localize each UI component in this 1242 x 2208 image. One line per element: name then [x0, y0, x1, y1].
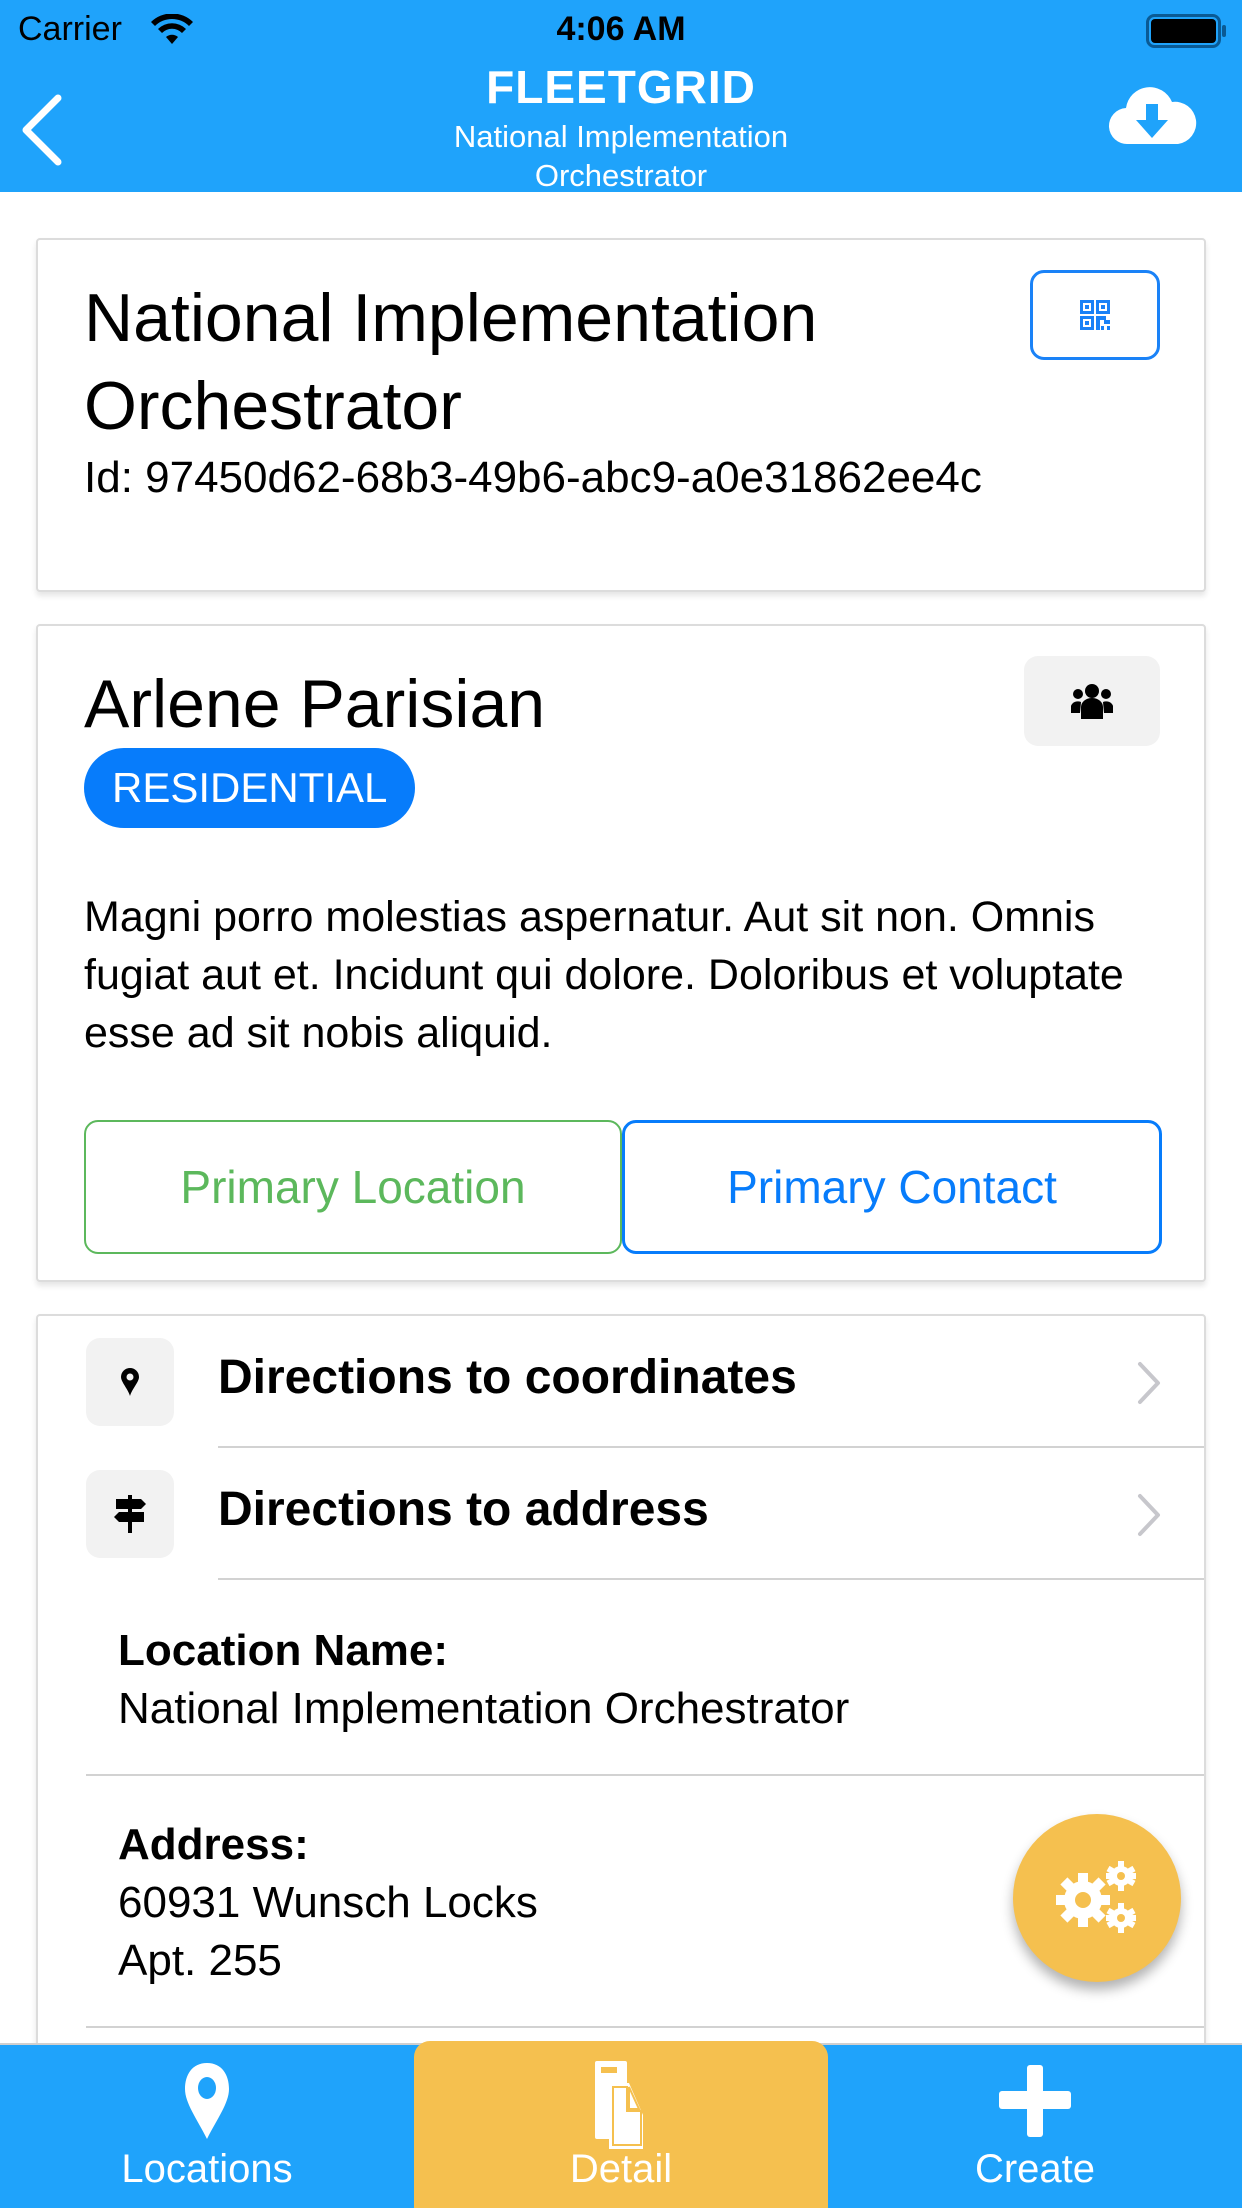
documents-icon: [595, 2061, 643, 2149]
qr-code-button[interactable]: [1030, 270, 1160, 360]
chevron-right-icon: [1138, 1362, 1160, 1404]
tab-bar: Locations Detail Create: [0, 2041, 1242, 2208]
row-label: Directions to coordinates: [218, 1351, 797, 1404]
field-label: Location Name:: [118, 1626, 449, 1675]
location-title: National Implementation Orchestrator: [84, 280, 818, 444]
location-name-field: Location Name: National Implementation O…: [118, 1622, 1204, 1738]
tab-locations[interactable]: Locations: [0, 2045, 414, 2208]
primary-location-button[interactable]: Primary Location: [84, 1120, 622, 1254]
type-badge: RESIDENTIAL: [84, 748, 416, 828]
contact-name: Arlene Parisian: [84, 666, 546, 742]
tab-label: Detail: [569, 2147, 673, 2191]
field-value: National Implementation Orchestrator: [118, 1684, 850, 1733]
battery-icon: [1146, 14, 1226, 48]
qrcode-icon: [1080, 300, 1110, 330]
subtitle-line-1: National Implementation: [453, 119, 789, 154]
cloud-download-icon: [1108, 87, 1197, 145]
header: Carrier 4:06 AM FLEETGRID National Imple…: [0, 0, 1242, 195]
icon-box: [86, 1470, 174, 1558]
contacts-button[interactable]: [1024, 656, 1160, 746]
subtitle-line-2: Orchestrator: [534, 158, 708, 193]
signpost-icon: [114, 1495, 146, 1533]
cogs-icon: [1056, 1861, 1136, 1933]
primary-contact-button[interactable]: Primary Contact: [622, 1120, 1162, 1254]
location-summary-card: National Implementation Orchestrator Id:…: [36, 238, 1206, 592]
app-subtitle: National Implementation Orchestrator: [0, 117, 1242, 195]
tab-label: Create: [974, 2147, 1096, 2191]
chevron-right-icon: [1138, 1494, 1160, 1536]
field-divider: [86, 2026, 1204, 2028]
field-divider: [86, 1774, 1204, 1776]
contact-card: Arlene Parisian RESIDENTIAL Magni porro …: [36, 624, 1206, 1282]
users-icon: [1071, 684, 1113, 719]
settings-fab[interactable]: [1013, 1814, 1181, 1982]
directions-to-coordinates-row[interactable]: Directions to coordinates: [38, 1316, 1204, 1448]
tab-label: Locations: [121, 2147, 293, 2191]
contact-description: Magni porro molestias aspernatur. Aut si…: [84, 893, 1124, 1057]
map-marker-icon: [121, 1368, 139, 1396]
location-id: Id: 97450d62-68b3-49b6-abc9-a0e31862ee4c: [84, 453, 982, 502]
row-label: Directions to address: [218, 1483, 709, 1536]
icon-box: [86, 1338, 174, 1426]
download-button[interactable]: [1106, 82, 1198, 152]
row-divider: [218, 1578, 1204, 1580]
directions-to-address-row[interactable]: Directions to address: [38, 1448, 1204, 1580]
status-bar: Carrier 4:06 AM: [0, 0, 1242, 60]
clock: 4:06 AM: [556, 10, 686, 48]
tab-create[interactable]: Create: [828, 2045, 1242, 2208]
tab-detail[interactable]: Detail: [414, 2041, 828, 2208]
map-marker-icon: [185, 2063, 229, 2139]
app-title: FLEETGRID: [486, 61, 756, 113]
plus-icon: [999, 2065, 1071, 2137]
